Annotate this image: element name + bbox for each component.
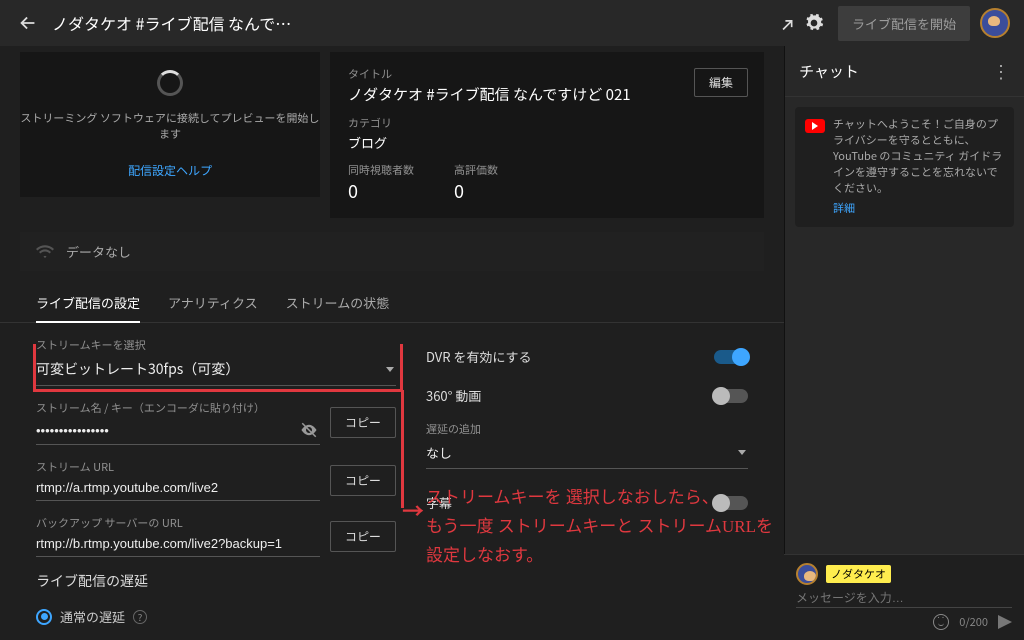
stream-url-input[interactable]	[36, 480, 318, 495]
copy-key-button[interactable]: コピー	[330, 407, 396, 438]
chat-message-input[interactable]	[796, 591, 1012, 605]
chat-system-message: チャットへようこそ！ご自身のプライバシーを守るとともに、YouTube のコミュ…	[795, 107, 1014, 227]
char-counter: 0/200	[959, 614, 988, 630]
avatar[interactable]	[980, 8, 1010, 38]
page-title: ノダタケオ #ライブ配信 なんで…	[52, 11, 291, 35]
key-name-label: ストリーム名 / キー（エンコーダに貼り付け）	[36, 400, 320, 416]
chat-menu-icon[interactable]: ⋮	[992, 58, 1010, 84]
captions-label: 字幕	[426, 493, 452, 512]
latency-low[interactable]: 低遅延 ?	[36, 632, 396, 640]
key-select-label: ストリームキーを選択	[36, 337, 396, 353]
latency-normal[interactable]: 通常の遅延 ?	[36, 601, 396, 632]
stream-help-link[interactable]: 配信設定ヘルプ	[128, 162, 212, 179]
v360-toggle[interactable]	[714, 389, 748, 403]
chat-avatar	[796, 563, 818, 585]
captions-toggle[interactable]	[714, 496, 748, 510]
backup-label: バックアップ サーバーの URL	[36, 515, 320, 531]
chat-input-panel: ノダタケオ 0/200	[784, 554, 1024, 640]
youtube-icon	[805, 119, 825, 133]
status-text: データなし	[66, 242, 131, 261]
share-icon[interactable]	[772, 9, 800, 37]
spinner-icon	[157, 70, 183, 96]
chat-more-link[interactable]: 詳細	[833, 201, 1004, 217]
title-label: タイトル	[348, 66, 746, 82]
dvr-toggle[interactable]	[714, 350, 748, 364]
v360-label: 360° 動画	[426, 386, 481, 405]
delay-select[interactable]: なし	[426, 439, 748, 469]
start-stream-button: ライブ配信を開始	[838, 6, 970, 41]
chevron-down-icon	[738, 450, 746, 455]
edit-button[interactable]: 編集	[694, 68, 748, 97]
viewers-label: 同時視聴者数	[348, 162, 414, 178]
copy-backup-button[interactable]: コピー	[330, 521, 396, 552]
category-label: カテゴリ	[348, 115, 746, 131]
send-icon[interactable]	[998, 615, 1012, 629]
url-label: ストリーム URL	[36, 459, 320, 475]
delay-label: 遅延の追加	[426, 421, 748, 437]
radio-icon	[36, 609, 52, 625]
gear-icon[interactable]	[800, 9, 828, 37]
stream-key-input[interactable]	[36, 423, 300, 438]
category-value: ブログ	[348, 133, 746, 152]
visibility-icon[interactable]	[300, 421, 318, 439]
likes-label: 高評価数	[454, 162, 498, 178]
tab-settings[interactable]: ライブ配信の設定	[36, 283, 140, 322]
likes-value: 0	[454, 178, 498, 204]
emoji-icon[interactable]	[933, 614, 949, 630]
preview-panel: ストリーミング ソフトウェアに接続してプレビューを開始します 配信設定ヘルプ	[20, 52, 320, 197]
viewers-value: 0	[348, 178, 414, 204]
latency-section: ライブ配信の遅延	[36, 571, 396, 591]
dvr-label: DVR を有効にする	[426, 347, 532, 366]
help-icon[interactable]: ?	[133, 610, 147, 624]
backup-url-input[interactable]	[36, 536, 318, 551]
tab-health[interactable]: ストリームの状態	[286, 283, 390, 322]
chat-username: ノダタケオ	[826, 565, 891, 583]
key-select-value: 可変ビットレート30fps（可変）	[36, 359, 239, 379]
tab-analytics[interactable]: アナリティクス	[168, 283, 258, 322]
preview-message: ストリーミング ソフトウェアに接続してプレビューを開始します	[20, 110, 320, 142]
info-panel: 編集 タイトル ノダタケオ #ライブ配信 なんですけど 021 カテゴリ ブログ…	[330, 52, 764, 218]
stream-key-select[interactable]: 可変ビットレート30fps（可変）	[36, 355, 396, 386]
back-button[interactable]	[14, 9, 42, 37]
title-value: ノダタケオ #ライブ配信 なんですけど 021	[348, 84, 746, 105]
chevron-down-icon	[386, 367, 394, 372]
connection-status: データなし	[20, 232, 764, 271]
chat-header: チャット	[799, 61, 992, 82]
copy-url-button[interactable]: コピー	[330, 465, 396, 496]
